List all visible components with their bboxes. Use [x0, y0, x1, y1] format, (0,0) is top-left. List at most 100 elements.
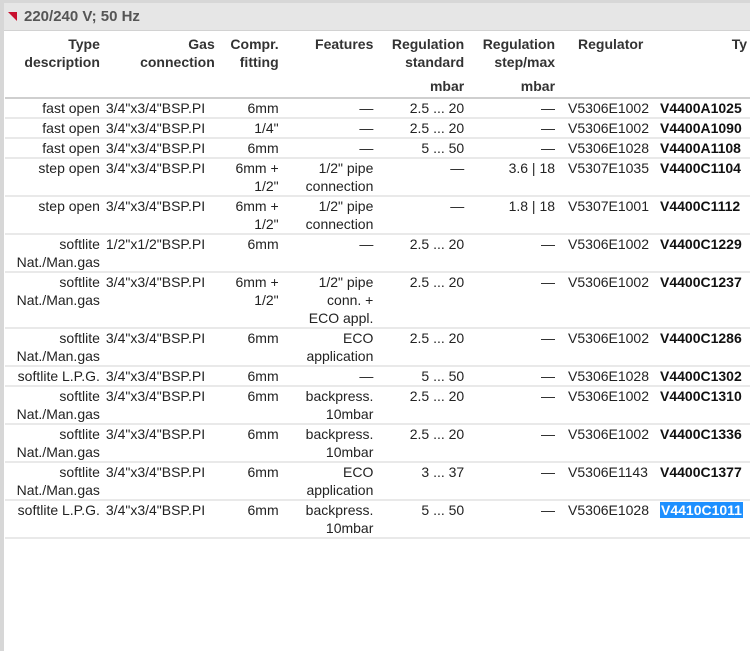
cell-regulator: V5306E1002: [558, 272, 654, 329]
cell-type: V4400C1112: [654, 196, 750, 235]
header-regulation-standard: Regulation standard: [391, 36, 465, 70]
table-row[interactable]: softlite L.P.G. 3/4"x3/4"BSP.PI 6mm backpre…: [5, 500, 750, 539]
cell-regulator: V5306E1002: [558, 98, 654, 119]
cell-type: V4400C1302: [654, 366, 750, 387]
table-row[interactable]: softlite Nat./Man.gas 3/4"x3/4"BSP.PI 6mm ba…: [5, 386, 750, 425]
cell-description: softlite Nat./Man.gas: [5, 272, 103, 329]
cell-regulation-standard: —: [376, 158, 468, 197]
cell-gas-connection: 3/4"x3/4"BSP.PI: [102, 424, 218, 463]
cell-gas-connection: 3/4"x3/4"BSP.PI: [102, 462, 218, 501]
section-marker-icon: [8, 12, 17, 21]
page: 220/240 V; 50 Hz Type description Gas co…: [0, 0, 750, 651]
type-code[interactable]: V4400C1377: [660, 464, 742, 480]
cell-gas-connection: 3/4"x3/4"BSP.PI: [102, 366, 218, 387]
type-code[interactable]: V4400C1302: [660, 368, 742, 384]
type-code[interactable]: V4400C1336: [660, 426, 742, 442]
cell-type: V4400C1336: [654, 424, 750, 463]
cell-regulation-stepmax: —: [467, 138, 559, 159]
header-regulation-stepmax: Regulation step/max: [482, 36, 556, 70]
cell-regulation-stepmax: —: [467, 386, 559, 425]
selected-type-code[interactable]: V4410C1011: [660, 502, 743, 518]
cell-regulator: V5306E1028: [558, 138, 654, 159]
product-table: Type description Gas connection Compr. f…: [5, 33, 750, 539]
cell-features: 1/2" pipe conn. + ECO appl.: [281, 272, 377, 329]
section-title: 220/240 V; 50 Hz: [24, 8, 140, 25]
type-code[interactable]: V4400C1237: [660, 274, 742, 290]
section-header[interactable]: 220/240 V; 50 Hz: [4, 3, 750, 31]
cell-type: V4400C1377: [654, 462, 750, 501]
table-row[interactable]: fast open 3/4"x3/4"BSP.PI 6mm —2.5 ... 20— V…: [5, 98, 750, 119]
header-gas-connection: Gas connection: [140, 36, 215, 70]
cell-description: softlite L.P.G.: [5, 500, 103, 539]
cell-features: —: [281, 118, 377, 139]
table-row[interactable]: softlite Nat./Man.gas 1/2"x1/2"BSP.PI 6mm —2…: [5, 234, 750, 273]
cell-regulator: V5306E1002: [558, 234, 654, 273]
type-code[interactable]: V4400C1229: [660, 236, 742, 252]
cell-type: V4400C1229: [654, 234, 750, 273]
table-row[interactable]: softlite Nat./Man.gas 3/4"x3/4"BSP.PI 6mm EC…: [5, 328, 750, 367]
table-row[interactable]: fast open 3/4"x3/4"BSP.PI 1/4" —2.5 ... 20—…: [5, 118, 750, 139]
cell-regulation-standard: 2.5 ... 20: [376, 424, 468, 463]
type-code[interactable]: V4400A1108: [660, 140, 741, 156]
cell-features: 1/2" pipe connection: [281, 196, 377, 235]
cell-regulator: V5306E1028: [558, 500, 654, 539]
unit-standard: mbar: [376, 77, 468, 99]
type-code[interactable]: V4400C1112: [660, 198, 740, 214]
cell-compr-fitting: 6mm +1/2": [217, 158, 282, 197]
cell-regulation-standard: 5 ... 50: [376, 500, 468, 539]
cell-regulation-stepmax: 3.6 | 18: [467, 158, 559, 197]
cell-regulator: V5307E1001: [558, 196, 654, 235]
cell-description: softlite Nat./Man.gas: [5, 424, 103, 463]
cell-type: V4400C1104: [654, 158, 750, 197]
type-code[interactable]: V4400A1025: [660, 100, 742, 116]
cell-features: ECO application: [281, 328, 377, 367]
cell-regulation-stepmax: —: [467, 98, 559, 119]
cell-compr-fitting: 6mm: [217, 98, 282, 119]
cell-features: —: [281, 234, 377, 273]
type-code[interactable]: V4400C1310: [660, 388, 742, 404]
cell-gas-connection: 3/4"x3/4"BSP.PI: [102, 158, 218, 197]
type-code[interactable]: V4400C1286: [660, 330, 742, 346]
cell-gas-connection: 1/2"x1/2"BSP.PI: [102, 234, 218, 273]
cell-features: —: [281, 98, 377, 119]
cell-gas-connection: 3/4"x3/4"BSP.PI: [102, 118, 218, 139]
cell-regulator: V5306E1143: [558, 462, 654, 501]
cell-features: backpress. 10mbar: [281, 386, 377, 425]
cell-features: 1/2" pipe connection: [281, 158, 377, 197]
cell-compr-fitting: 6mm: [217, 462, 282, 501]
cell-regulation-standard: 2.5 ... 20: [376, 272, 468, 329]
cell-regulation-stepmax: —: [467, 328, 559, 367]
cell-gas-connection: 3/4"x3/4"BSP.PI: [102, 138, 218, 159]
cell-compr-fitting: 6mm +1/2": [217, 272, 282, 329]
cell-features: backpress. 10mbar: [281, 424, 377, 463]
type-code[interactable]: V4400A1090: [660, 120, 742, 136]
table-row[interactable]: softlite Nat./Man.gas 3/4"x3/4"BSP.PI 6mm +…: [5, 272, 750, 329]
cell-regulator: V5306E1002: [558, 386, 654, 425]
table-row[interactable]: softlite Nat./Man.gas 3/4"x3/4"BSP.PI 6mm ba…: [5, 424, 750, 463]
type-code[interactable]: V4400C1104: [660, 160, 741, 176]
cell-description: fast open: [5, 138, 103, 159]
cell-regulation-standard: 3 ... 37: [376, 462, 468, 501]
cell-regulation-stepmax: —: [467, 500, 559, 539]
cell-regulation-stepmax: —: [467, 366, 559, 387]
table-row[interactable]: fast open 3/4"x3/4"BSP.PI 6mm —5 ... 50— V53…: [5, 138, 750, 159]
cell-compr-fitting: 6mm: [217, 234, 282, 273]
table-row[interactable]: step open 3/4"x3/4"BSP.PI 6mm +1/2" 1/2" pi…: [5, 196, 750, 235]
cell-type: V4400A1108: [654, 138, 750, 159]
cell-compr-fitting: 6mm: [217, 366, 282, 387]
cell-gas-connection: 3/4"x3/4"BSP.PI: [102, 272, 218, 329]
table-row[interactable]: step open 3/4"x3/4"BSP.PI 6mm +1/2" 1/2" pi…: [5, 158, 750, 197]
cell-regulator: V5306E1002: [558, 328, 654, 367]
table-row[interactable]: softlite Nat./Man.gas 3/4"x3/4"BSP.PI 6mm EC…: [5, 462, 750, 501]
cell-type: V4400C1286: [654, 328, 750, 367]
cell-regulation-standard: 2.5 ... 20: [376, 118, 468, 139]
table-row[interactable]: softlite L.P.G. 3/4"x3/4"BSP.PI 6mm —5 ... …: [5, 366, 750, 387]
cell-regulator: V5306E1002: [558, 424, 654, 463]
cell-regulation-standard: 2.5 ... 20: [376, 328, 468, 367]
header-type-description: Type description: [24, 36, 100, 70]
cell-regulation-standard: 5 ... 50: [376, 138, 468, 159]
cell-features: backpress. 10mbar: [281, 500, 377, 539]
header-type: Ty: [731, 36, 747, 52]
cell-gas-connection: 3/4"x3/4"BSP.PI: [102, 98, 218, 119]
cell-features: —: [281, 366, 377, 387]
